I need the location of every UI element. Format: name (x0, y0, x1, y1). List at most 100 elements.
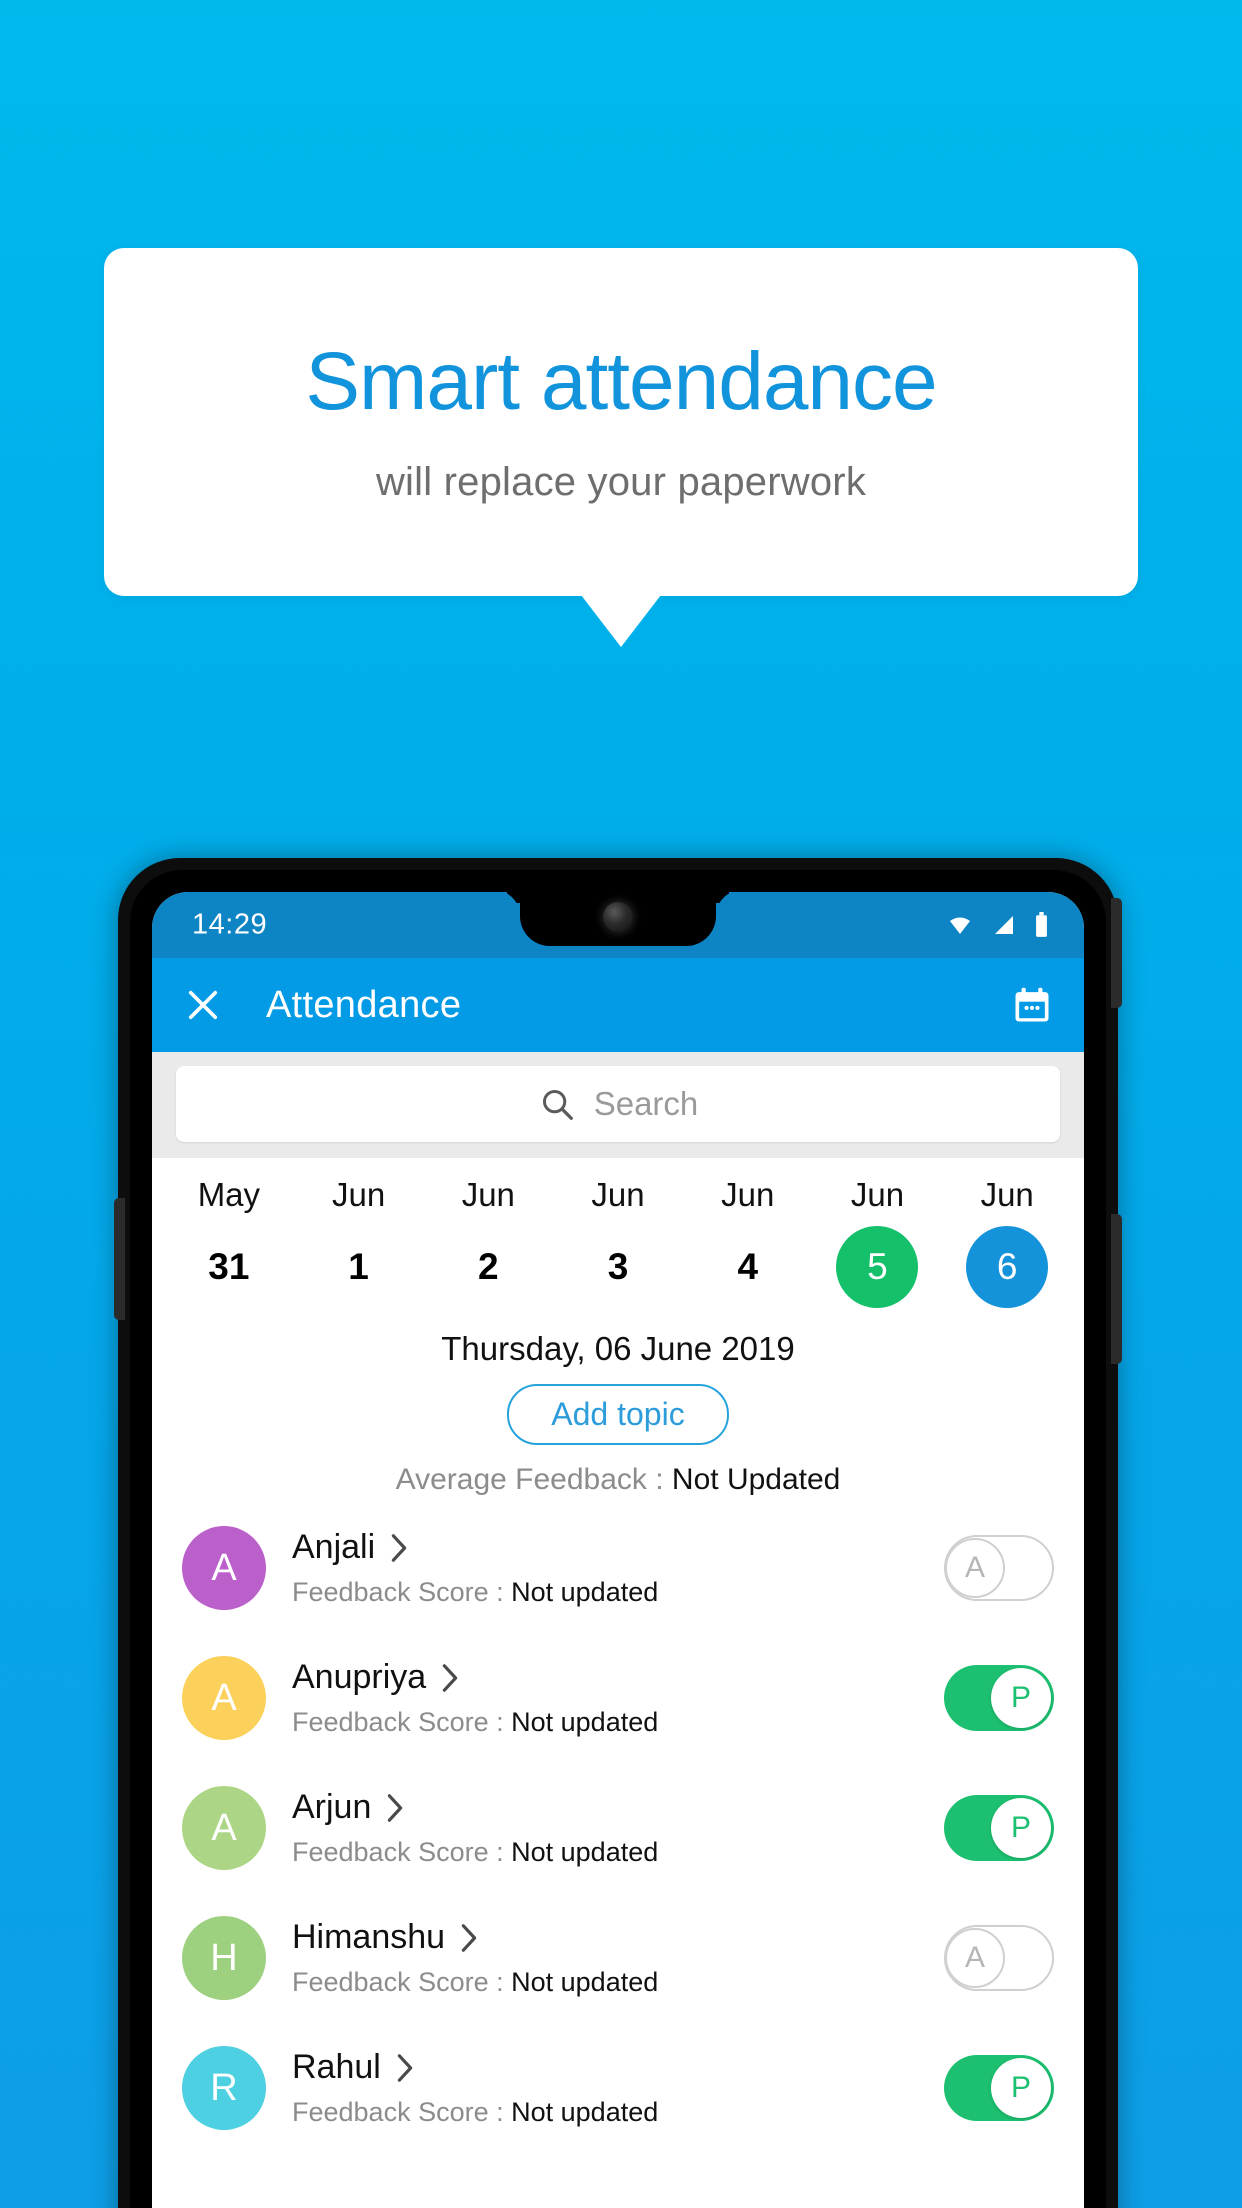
promo-subheadline: will replace your paperwork (375, 459, 867, 504)
average-feedback-label: Average Feedback : (395, 1463, 672, 1496)
feedback-label: Feedback Score : (292, 1707, 512, 1737)
student-row[interactable]: A Anjali Feedback Score : Not updated A (152, 1503, 1084, 1633)
attendance-toggle[interactable]: A (944, 1925, 1054, 1991)
chevron-right-icon[interactable] (440, 1663, 460, 1693)
attendance-toggle-knob: A (945, 1928, 1005, 1988)
student-name-line[interactable]: Anjali (292, 1528, 944, 1567)
date-cell-jun-2[interactable]: Jun 2 (423, 1176, 553, 1308)
student-feedback: Feedback Score : Not updated (292, 2097, 944, 2128)
feedback-label: Feedback Score : (292, 1837, 512, 1867)
date-cell-jun-4[interactable]: Jun 4 (683, 1176, 813, 1308)
avatar: A (182, 1526, 266, 1610)
date-day-number[interactable]: 6 (966, 1226, 1049, 1308)
student-name-line[interactable]: Anupriya (292, 1658, 944, 1697)
promo-callout-card: Smart attendance will replace your paper… (104, 248, 1138, 596)
chevron-right-icon[interactable] (459, 1923, 479, 1953)
date-cell-jun-3[interactable]: Jun 3 (553, 1176, 683, 1308)
feedback-value: Not updated (511, 1707, 659, 1737)
chevron-right-icon[interactable] (395, 2053, 415, 2083)
calendar-icon[interactable] (1010, 983, 1054, 1027)
date-day-number[interactable]: 1 (318, 1226, 400, 1308)
close-icon[interactable] (182, 984, 224, 1026)
student-feedback: Feedback Score : Not updated (292, 1837, 944, 1868)
avatar: R (182, 2046, 266, 2130)
student-name-line[interactable]: Arjun (292, 1788, 944, 1827)
student-feedback: Feedback Score : Not updated (292, 1707, 944, 1738)
phone-bezel: 14:29 Attendance Search May 31 Jun 1 Jun… (130, 870, 1106, 2208)
search-area: Search (152, 1052, 1084, 1158)
app-bar: Attendance (152, 958, 1084, 1052)
chevron-right-icon[interactable] (385, 1793, 405, 1823)
student-name: Himanshu (292, 1918, 446, 1956)
student-row[interactable]: R Rahul Feedback Score : Not updated P (152, 2023, 1084, 2153)
attendance-toggle[interactable]: A (944, 1535, 1054, 1601)
promo-headline: Smart attendance (305, 336, 937, 428)
chevron-right-icon[interactable] (389, 1533, 409, 1563)
student-row[interactable]: H Himanshu Feedback Score : Not updated A (152, 1893, 1084, 2023)
student-info: Arjun Feedback Score : Not updated (292, 1788, 944, 1868)
date-day-number[interactable]: 31 (188, 1226, 270, 1308)
student-info: Anjali Feedback Score : Not updated (292, 1528, 944, 1608)
date-cell-may-31[interactable]: May 31 (164, 1176, 294, 1308)
feedback-value: Not updated (511, 1577, 659, 1607)
attendance-toggle-knob: P (991, 1668, 1051, 1728)
date-month-label: Jun (980, 1176, 1034, 1213)
avatar: H (182, 1916, 266, 2000)
date-month-label: Jun (721, 1176, 775, 1213)
student-feedback: Feedback Score : Not updated (292, 1577, 944, 1608)
student-row[interactable]: A Arjun Feedback Score : Not updated P (152, 1763, 1084, 1893)
add-topic-button[interactable]: Add topic (507, 1384, 729, 1445)
date-cell-jun-6[interactable]: Jun 6 (942, 1176, 1072, 1308)
signal-icon (995, 916, 1013, 934)
front-camera-icon (603, 902, 633, 932)
student-row[interactable]: A Anupriya Feedback Score : Not updated P (152, 1633, 1084, 1763)
date-day-number[interactable]: 5 (836, 1226, 919, 1308)
date-month-label: May (197, 1176, 261, 1213)
battery-icon (1036, 912, 1047, 937)
student-feedback: Feedback Score : Not updated (292, 1967, 944, 1998)
student-name: Anupriya (292, 1658, 427, 1696)
status-time: 14:29 (192, 908, 268, 941)
notch (520, 892, 716, 946)
student-name: Rahul (292, 2048, 381, 2086)
attendance-toggle-knob: P (991, 2058, 1051, 2118)
student-name: Arjun (292, 1788, 372, 1826)
status-bar: 14:29 (152, 892, 1084, 958)
feedback-value: Not updated (511, 1837, 659, 1867)
date-month-label: Jun (461, 1176, 515, 1213)
search-placeholder: Search (593, 1085, 699, 1122)
selected-date-label: Thursday, 06 June 2019 (441, 1330, 795, 1367)
date-cell-jun-1[interactable]: Jun 1 (294, 1176, 424, 1308)
attendance-toggle[interactable]: P (944, 1795, 1054, 1861)
search-icon (542, 1089, 573, 1120)
status-icons (945, 912, 1050, 938)
student-list: A Anjali Feedback Score : Not updated A A Anu… (152, 1503, 1084, 2153)
avatar: A (182, 1656, 266, 1740)
date-day-number[interactable]: 4 (707, 1226, 789, 1308)
student-info: Himanshu Feedback Score : Not updated (292, 1918, 944, 1998)
student-name-line[interactable]: Rahul (292, 2048, 944, 2087)
feedback-label: Feedback Score : (292, 1967, 512, 1997)
date-strip: May 31 Jun 1 Jun 2 Jun 3 Jun 4 Jun 5 Jun 6 (152, 1158, 1084, 1312)
student-name: Anjali (292, 1528, 376, 1566)
phone-power-button[interactable] (1111, 1214, 1122, 1364)
date-day-number[interactable]: 2 (447, 1226, 529, 1308)
feedback-value: Not updated (511, 2097, 659, 2127)
feedback-label: Feedback Score : (292, 2097, 512, 2127)
avatar: A (182, 1786, 266, 1870)
phone-volume-button[interactable] (1111, 898, 1122, 1008)
attendance-toggle[interactable]: P (944, 2055, 1054, 2121)
student-info: Rahul Feedback Score : Not updated (292, 2048, 944, 2128)
date-month-label: Jun (850, 1176, 905, 1213)
date-day-number[interactable]: 3 (577, 1226, 659, 1308)
date-month-label: Jun (331, 1176, 386, 1213)
search-input[interactable]: Search (176, 1066, 1060, 1142)
feedback-label: Feedback Score : (292, 1577, 512, 1607)
date-cell-jun-5[interactable]: Jun 5 (813, 1176, 943, 1308)
phone-left-button[interactable] (114, 1198, 125, 1320)
student-name-line[interactable]: Himanshu (292, 1918, 944, 1957)
attendance-toggle[interactable]: P (944, 1665, 1054, 1731)
phone-screen: 14:29 Attendance Search May 31 Jun 1 Jun… (152, 892, 1084, 2208)
student-info: Anupriya Feedback Score : Not updated (292, 1658, 944, 1738)
average-feedback: Average Feedback : Not Updated (152, 1463, 1084, 1497)
